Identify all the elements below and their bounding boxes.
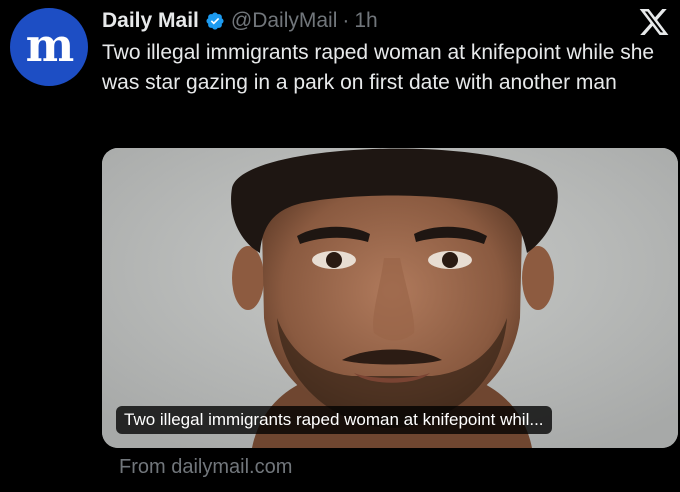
link-card-title: Two illegal immigrants raped woman at kn… <box>116 406 552 434</box>
tweet-text: Two illegal immigrants raped woman at kn… <box>102 41 655 94</box>
author-name[interactable]: Daily Mail <box>102 9 199 33</box>
link-preview-image <box>102 148 678 448</box>
avatar-logo: m <box>25 18 75 72</box>
post-header: Daily Mail @DailyMail · 1h <box>102 6 378 36</box>
link-preview-card[interactable]: Two illegal immigrants raped woman at kn… <box>102 148 678 448</box>
x-logo-icon <box>638 6 670 38</box>
verified-badge-icon <box>205 11 225 31</box>
separator-dot: · <box>342 9 350 32</box>
author-handle[interactable]: @DailyMail <box>231 9 338 33</box>
post-timestamp[interactable]: 1h <box>354 9 377 33</box>
link-source[interactable]: From dailymail.com <box>119 456 292 479</box>
avatar[interactable]: m <box>10 8 88 86</box>
